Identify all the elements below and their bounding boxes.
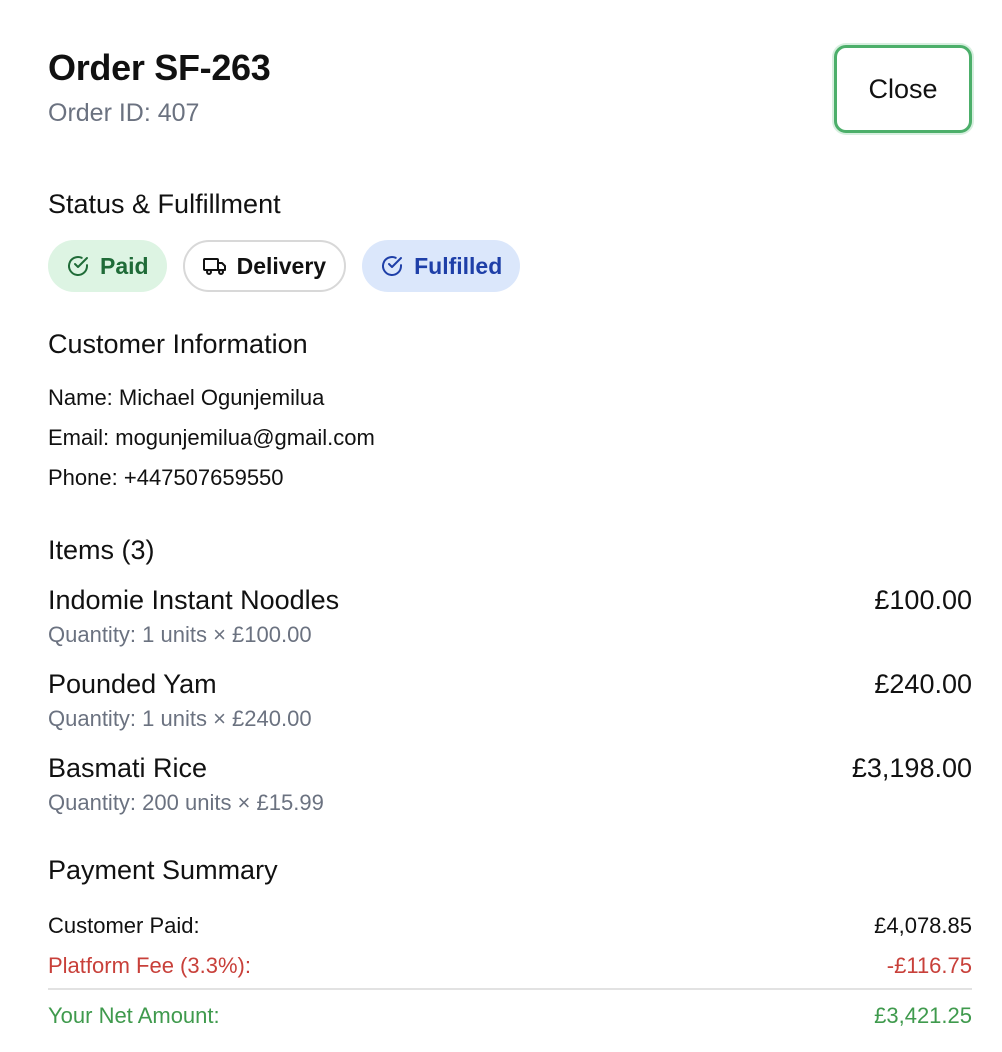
truck-icon — [202, 258, 226, 275]
customer-phone-label: Phone: — [48, 465, 118, 490]
platform-fee-label: Platform Fee (3.3%): — [48, 953, 251, 978]
payment-section: Payment Summary Customer Paid: £4,078.85… — [48, 854, 972, 1036]
list-item: Basmati Rice Quantity: 200 units × £15.9… — [48, 752, 972, 818]
paid-badge-label: Paid — [100, 252, 149, 279]
delivery-badge-label: Delivery — [236, 252, 327, 279]
customer-name-row: Name: Michael Ogunjemilua — [48, 378, 972, 418]
net-amount-row: Your Net Amount: £3,421.25 — [48, 988, 972, 1036]
status-badges: Paid Delivery Fulfilled — [48, 240, 972, 292]
customer-paid-row: Customer Paid: £4,078.85 — [48, 906, 972, 946]
item-quantity: Quantity: 200 units × £15.99 — [48, 790, 324, 815]
close-button[interactable]: Close — [834, 45, 972, 133]
check-circle-icon — [68, 256, 88, 276]
status-section-title: Status & Fulfillment — [48, 189, 281, 219]
platform-fee-row: Platform Fee (3.3%): -£116.75 — [48, 946, 972, 986]
item-name: Pounded Yam — [48, 669, 217, 699]
customer-phone-row: Phone: +447507659550 — [48, 458, 972, 498]
item-total: £3,198.00 — [851, 753, 972, 783]
customer-section-title: Customer Information — [48, 329, 308, 359]
item-total: £100.00 — [874, 585, 972, 615]
customer-phone-value: +447507659550 — [123, 465, 284, 490]
payment-rows: Customer Paid: £4,078.85 Platform Fee (3… — [48, 906, 972, 1036]
item-name: Basmati Rice — [48, 753, 208, 783]
net-amount-label: Your Net Amount: — [48, 1003, 220, 1028]
net-amount-value: £3,421.25 — [874, 1003, 972, 1028]
items-section: Items (3) Indomie Instant Noodles Quanti… — [48, 534, 972, 818]
item-quantity: Quantity: 1 units × £100.00 — [48, 622, 312, 647]
customer-info-list: Name: Michael Ogunjemilua Email: mogunje… — [48, 378, 972, 498]
modal-header: Order SF-263 Order ID: 407 Close — [48, 45, 972, 138]
customer-email-label: Email: — [48, 425, 110, 450]
list-item: Pounded Yam Quantity: 1 units × £240.00 … — [48, 668, 972, 734]
list-item: Indomie Instant Noodles Quantity: 1 unit… — [48, 584, 972, 650]
delivery-badge: Delivery — [182, 240, 347, 292]
fulfilled-badge-label: Fulfilled — [414, 252, 503, 279]
customer-email-row: Email: mogunjemilua@gmail.com — [48, 418, 972, 458]
fulfilled-badge: Fulfilled — [362, 240, 521, 292]
customer-paid-value: £4,078.85 — [874, 913, 972, 938]
order-details-modal: Order SF-263 Order ID: 407 Close Status … — [0, 0, 1002, 1052]
check-circle-icon — [382, 256, 403, 276]
platform-fee-value: -£116.75 — [886, 953, 972, 978]
customer-name-value: Michael Ogunjemilua — [118, 385, 325, 410]
items-section-title: Items (3) — [48, 535, 155, 565]
customer-section: Customer Information Name: Michael Ogunj… — [48, 328, 972, 498]
status-section: Status & Fulfillment Paid Delivery Fulfi… — [48, 188, 972, 292]
customer-email-value: mogunjemilua@gmail.com — [115, 425, 375, 450]
item-total: £240.00 — [874, 669, 972, 699]
payment-section-title: Payment Summary — [48, 855, 278, 885]
item-name: Indomie Instant Noodles — [48, 585, 340, 615]
customer-name-label: Name: — [48, 385, 113, 410]
customer-paid-label: Customer Paid: — [48, 913, 200, 938]
item-quantity: Quantity: 1 units × £240.00 — [48, 706, 312, 731]
paid-badge: Paid — [48, 240, 167, 292]
